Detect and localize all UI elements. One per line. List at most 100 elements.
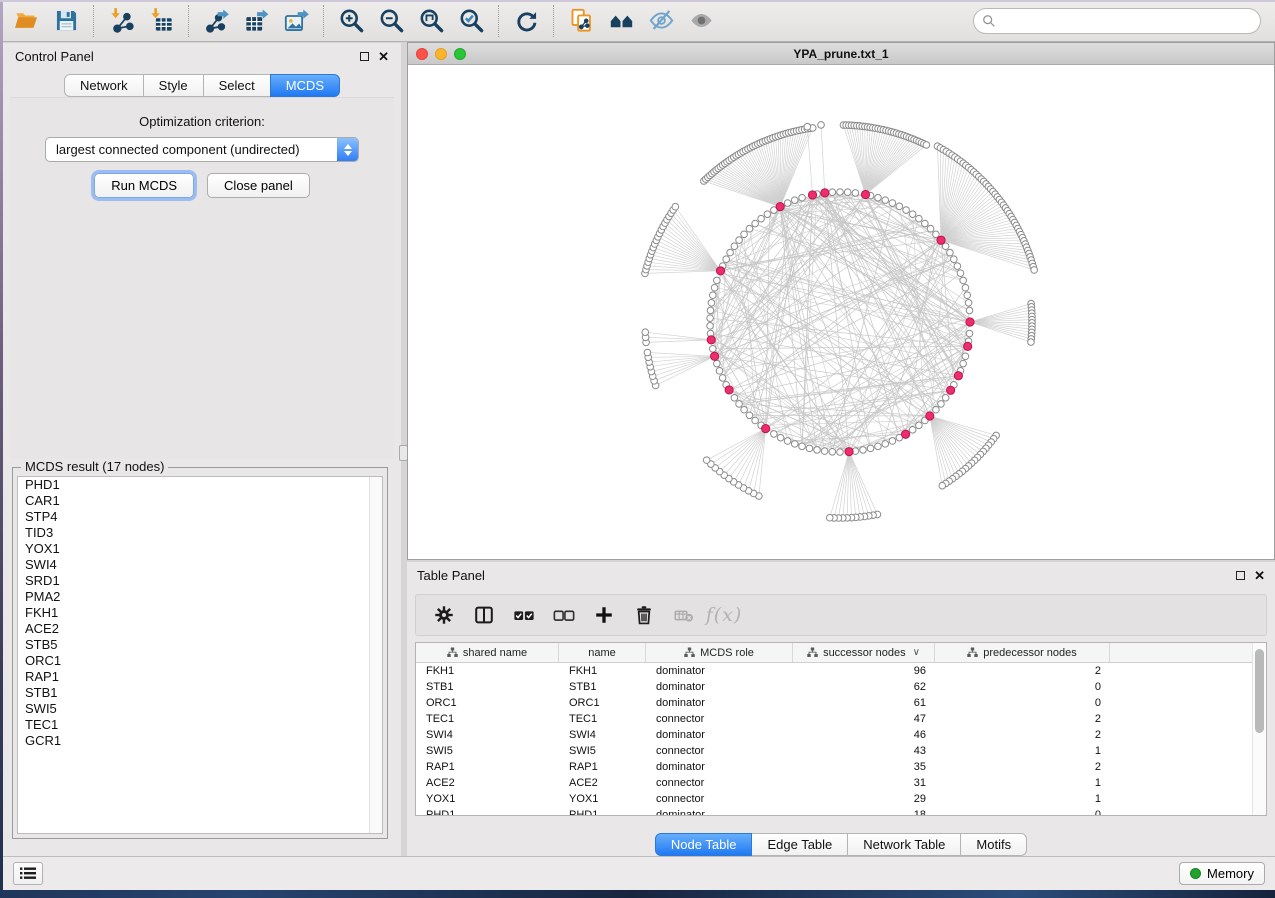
graph-node[interactable] [1031, 267, 1038, 274]
graph-node[interactable] [736, 401, 743, 408]
graph-node[interactable] [909, 211, 916, 218]
graph-node[interactable] [909, 427, 916, 434]
graph-node[interactable] [707, 315, 714, 322]
graph-node[interactable] [896, 203, 903, 210]
graph-node[interactable] [642, 329, 649, 336]
graph-node[interactable] [723, 256, 730, 263]
graph-hub-node[interactable] [821, 189, 829, 197]
graph-node[interactable] [752, 417, 759, 424]
table-row[interactable]: TEC1TEC1connector472 [416, 711, 1266, 727]
graph-node[interactable] [784, 200, 791, 207]
mcds-result-item[interactable]: SWI4 [18, 557, 382, 573]
graph-node[interactable] [852, 190, 859, 197]
table-row[interactable]: RAP1RAP1dominator352 [416, 759, 1266, 775]
table-row[interactable]: STB1STB1dominator620 [416, 679, 1266, 695]
graph-node[interactable] [954, 263, 961, 270]
mcds-result-item[interactable]: PMA2 [18, 589, 382, 605]
mcds-list-scrollbar[interactable] [369, 477, 382, 833]
table-row[interactable]: ACE2ACE2connector311 [416, 775, 1266, 791]
graph-node[interactable] [916, 215, 923, 222]
graph-hub-node[interactable] [762, 425, 770, 433]
graph-hub-node[interactable] [947, 386, 955, 394]
graph-node[interactable] [758, 215, 765, 222]
mcds-result-item[interactable]: PHD1 [18, 477, 382, 493]
graph-node[interactable] [922, 220, 929, 227]
toggle-panes-button[interactable] [466, 598, 502, 632]
graph-hub-node[interactable] [937, 236, 945, 244]
tab-network-table[interactable]: Network Table [847, 833, 961, 856]
graph-node[interactable] [1028, 339, 1035, 346]
run-mcds-button[interactable]: Run MCDS [94, 173, 194, 198]
graph-node[interactable] [709, 345, 716, 352]
mcds-result-item[interactable]: SRD1 [18, 573, 382, 589]
graph-node[interactable] [821, 448, 828, 455]
table-settings-button[interactable] [426, 598, 462, 632]
graph-hub-node[interactable] [845, 448, 853, 456]
tab-motifs[interactable]: Motifs [960, 833, 1027, 856]
tab-style[interactable]: Style [143, 74, 204, 97]
graph-node[interactable] [829, 189, 836, 196]
select-all-columns-button[interactable] [506, 598, 542, 632]
graph-node[interactable] [703, 457, 710, 464]
hide-selected-button[interactable] [641, 4, 681, 38]
tab-node-table[interactable]: Node Table [655, 833, 753, 856]
graph-node[interactable] [875, 443, 882, 450]
table-row[interactable]: SWI5SWI5connector431 [416, 743, 1266, 759]
graph-node[interactable] [966, 307, 973, 314]
graph-node[interactable] [875, 194, 882, 201]
memory-button[interactable]: Memory [1179, 862, 1265, 885]
zoom-in-button[interactable] [331, 4, 371, 38]
graph-node[interactable] [927, 225, 934, 232]
zoom-out-button[interactable] [371, 4, 411, 38]
graph-node[interactable] [903, 207, 910, 214]
close-panel-icon[interactable]: ✕ [378, 50, 389, 63]
graph-hub-node[interactable] [707, 336, 715, 344]
float-panel-icon[interactable] [360, 52, 369, 61]
graph-node[interactable] [882, 441, 889, 448]
graph-node[interactable] [736, 237, 743, 244]
graph-hub-node[interactable] [716, 267, 724, 275]
graph-node[interactable] [814, 447, 821, 454]
open-folder-button[interactable] [6, 4, 46, 38]
graph-node[interactable] [741, 406, 748, 413]
graph-node[interactable] [960, 360, 967, 367]
tab-mcds[interactable]: MCDS [270, 74, 340, 97]
first-neighbors-button[interactable] [601, 4, 641, 38]
graph-node[interactable] [771, 431, 778, 438]
graph-node[interactable] [644, 349, 651, 356]
graph-hub-node[interactable] [861, 190, 869, 198]
mcds-result-item[interactable]: SWI5 [18, 701, 382, 717]
close-table-panel-icon[interactable]: ✕ [1254, 569, 1265, 582]
graph-node[interactable] [727, 249, 734, 256]
delete-columns-button[interactable] [626, 598, 662, 632]
add-column-button[interactable] [586, 598, 622, 632]
graph-node[interactable] [799, 194, 806, 201]
graph-node[interactable] [791, 197, 798, 204]
close-panel-button[interactable]: Close panel [207, 173, 310, 198]
save-session-button[interactable] [46, 4, 86, 38]
optimization-criterion-select[interactable]: largest connected component (undirected) [45, 137, 359, 162]
graph-hub-node[interactable] [964, 342, 972, 350]
graph-node[interactable] [707, 323, 714, 330]
graph-node[interactable] [746, 412, 753, 419]
graph-node[interactable] [837, 189, 844, 196]
graph-node[interactable] [764, 211, 771, 218]
graph-node[interactable] [741, 231, 748, 238]
graph-node[interactable] [837, 449, 844, 456]
graph-node[interactable] [752, 220, 759, 227]
mcds-result-item[interactable]: ORC1 [18, 653, 382, 669]
mcds-result-item[interactable]: FKH1 [18, 605, 382, 621]
graph-node[interactable] [966, 330, 973, 337]
graph-node[interactable] [957, 270, 964, 277]
graph-node[interactable] [707, 307, 714, 314]
graph-node[interactable] [938, 401, 945, 408]
export-image-button[interactable] [276, 4, 316, 38]
table-row[interactable]: ORC1ORC1dominator610 [416, 695, 1266, 711]
graph-node[interactable] [960, 277, 967, 284]
graph-node[interactable] [784, 438, 791, 445]
mcds-result-item[interactable]: CAR1 [18, 493, 382, 509]
zoom-fit-button[interactable] [411, 4, 451, 38]
graph-node[interactable] [962, 284, 969, 291]
graph-node[interactable] [964, 292, 971, 299]
graph-node[interactable] [844, 189, 851, 196]
